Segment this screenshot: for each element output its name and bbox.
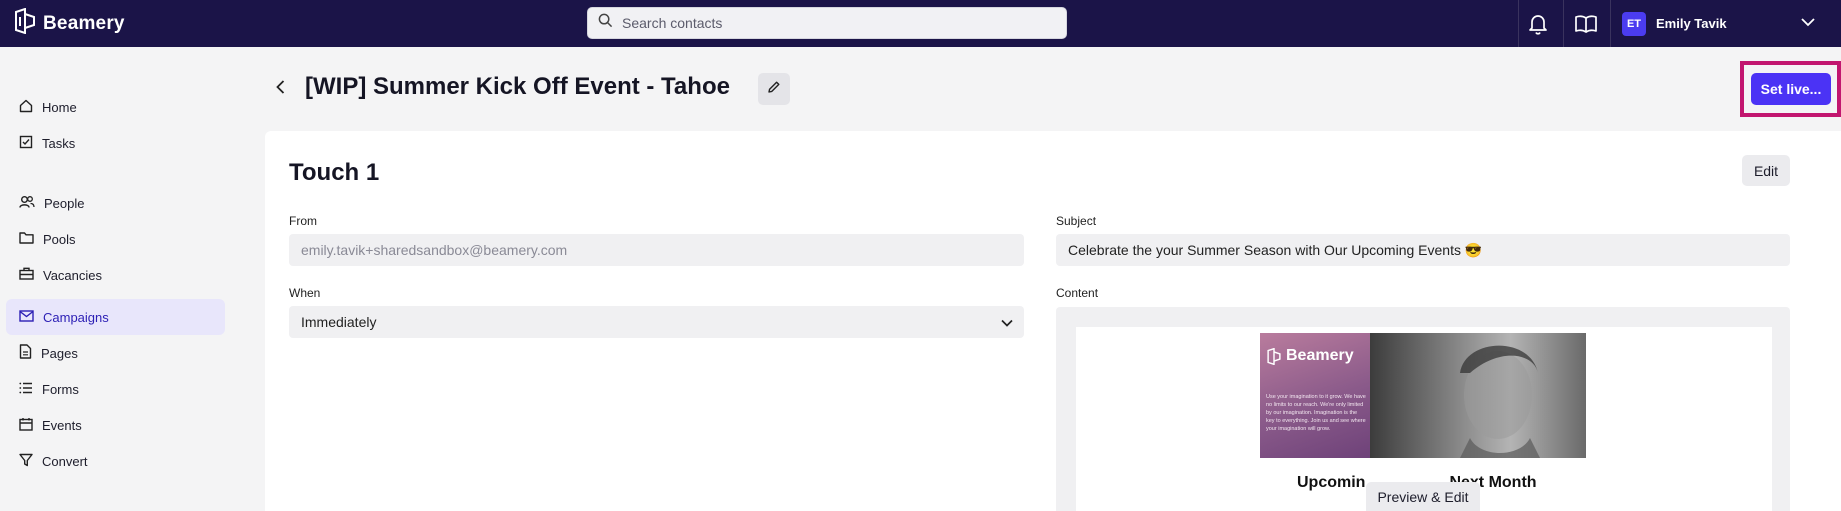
user-name: Emily Tavik <box>1656 16 1727 31</box>
page-icon <box>19 344 32 362</box>
pencil-icon <box>767 80 781 99</box>
sidebar-item-label: Events <box>42 417 82 433</box>
sidebar: Home Tasks People Pools Vacancies Campai… <box>0 47 228 511</box>
sidebar-item-label: People <box>44 195 85 211</box>
email-banner-image: Beamery Use your imagination to it grow.… <box>1260 333 1586 458</box>
sidebar-item-label: Convert <box>42 453 88 469</box>
sidebar-item-vacancies[interactable]: Vacancies <box>6 257 225 293</box>
tasks-icon <box>19 135 33 152</box>
search-icon <box>598 13 613 33</box>
sidebar-item-pages[interactable]: Pages <box>6 335 225 371</box>
subject-value: Celebrate the your Summer Season with Ou… <box>1068 241 1483 258</box>
user-menu[interactable]: ET Emily Tavik <box>1622 9 1727 38</box>
sidebar-item-label: Pools <box>43 231 76 247</box>
book-icon[interactable] <box>1571 9 1601 39</box>
divider <box>1563 0 1564 47</box>
from-field[interactable]: emily.tavik+sharedsandbox@beamery.com <box>289 234 1024 266</box>
notifications-bell-icon[interactable] <box>1523 9 1553 39</box>
subject-field[interactable]: Celebrate the your Summer Season with Ou… <box>1056 234 1790 266</box>
sidebar-item-tasks[interactable]: Tasks <box>6 125 225 161</box>
set-live-button[interactable]: Set live... <box>1751 73 1831 105</box>
sidebar-item-events[interactable]: Events <box>6 407 225 443</box>
app-name: Beamery <box>43 12 125 34</box>
sidebar-item-campaigns[interactable]: Campaigns <box>6 299 225 335</box>
filter-icon <box>19 453 33 470</box>
calendar-icon <box>19 417 33 434</box>
from-value: emily.tavik+sharedsandbox@beamery.com <box>301 242 568 258</box>
sidebar-item-home[interactable]: Home <box>6 89 225 125</box>
sidebar-item-forms[interactable]: Forms <box>6 371 225 407</box>
beamery-logo-icon <box>13 7 37 39</box>
top-bar: Beamery ET Emily Tavik <box>0 0 1841 47</box>
search-bar[interactable] <box>587 7 1067 39</box>
banner-copy: Use your imagination to it grow. We have… <box>1266 394 1366 432</box>
back-arrow-icon[interactable] <box>272 78 290 101</box>
touch-title: Touch 1 <box>289 159 380 186</box>
edit-touch-button[interactable]: Edit <box>1742 155 1790 186</box>
folder-icon <box>19 231 34 247</box>
app-logo[interactable]: Beamery <box>13 7 125 39</box>
when-select[interactable]: Immediately <box>289 306 1024 338</box>
search-input[interactable] <box>622 15 1042 31</box>
page-title: [WIP] Summer Kick Off Event - Tahoe <box>305 73 730 100</box>
edit-title-button[interactable] <box>758 73 790 105</box>
sidebar-item-label: Campaigns <box>43 309 109 325</box>
mail-icon <box>19 309 34 325</box>
subject-label: Subject <box>1056 214 1097 228</box>
list-icon <box>19 382 33 397</box>
beamery-logo-icon <box>1267 347 1281 365</box>
banner-logo: Beamery <box>1266 347 1354 365</box>
home-icon <box>19 99 33 116</box>
content-label: Content <box>1056 286 1099 300</box>
chevron-down-icon <box>1000 316 1014 333</box>
sidebar-item-label: Pages <box>41 345 78 361</box>
sidebar-item-convert[interactable]: Convert <box>6 443 225 479</box>
sidebar-item-people[interactable]: People <box>6 185 225 221</box>
when-label: When <box>289 286 321 300</box>
sidebar-item-label: Tasks <box>42 135 76 151</box>
avatar: ET <box>1622 11 1646 36</box>
when-value: Immediately <box>301 314 377 330</box>
from-label: From <box>289 214 317 228</box>
briefcase-icon <box>19 267 34 283</box>
divider <box>1518 0 1519 47</box>
sidebar-item-pools[interactable]: Pools <box>6 221 225 257</box>
sidebar-item-label: Vacancies <box>43 267 103 283</box>
sidebar-item-label: Home <box>42 99 77 115</box>
preview-edit-button[interactable]: Preview & Edit <box>1366 482 1480 511</box>
people-icon <box>19 195 35 212</box>
sidebar-item-label: Forms <box>42 381 79 397</box>
chevron-down-icon[interactable] <box>1800 14 1816 35</box>
divider <box>1610 0 1611 47</box>
